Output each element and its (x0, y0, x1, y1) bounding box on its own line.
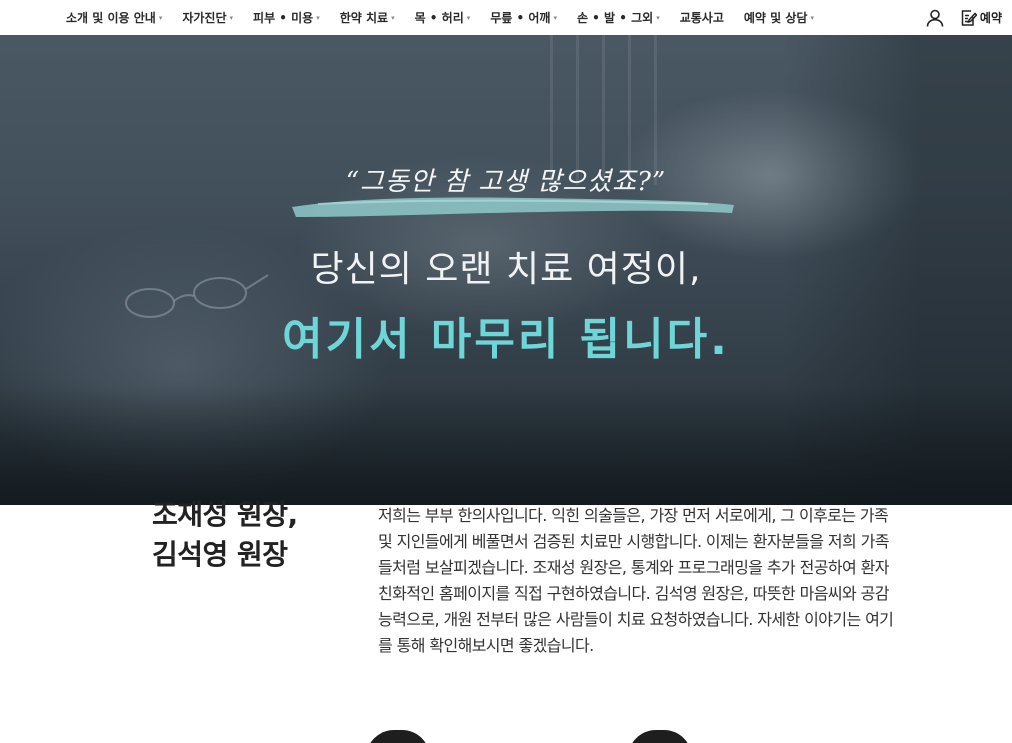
reserve-label: 예약 (979, 11, 1002, 25)
doctor-names: 조재성 원장, 김석영 원장 (152, 495, 352, 575)
edit-note-icon (961, 9, 977, 26)
menu-item-label: 교통사고 (679, 11, 724, 25)
menu-item-label: 손 • 발 • 그외 (576, 11, 654, 25)
menu-item-reservation-consult[interactable]: 예약 및 상담 ▾ (744, 0, 814, 35)
menu-item-skin-beauty[interactable]: 피부 • 미용 ▾ (253, 0, 320, 35)
menu-item-label: 무릎 • 어깨 (490, 11, 551, 25)
caret-down-icon: ▾ (810, 13, 814, 22)
hero-headline-accent: 여기서 마무리 됩니다. (282, 314, 730, 365)
doctor-photo-1 (366, 730, 430, 743)
top-navigation: 소개 및 이용 안내 ▾ 자가진단 ▾ 피부 • 미용 ▾ 한약 치료 ▾ 목 … (0, 0, 1012, 35)
menu-item-label: 자가진단 (182, 11, 227, 25)
user-icon[interactable] (925, 8, 945, 28)
menu-item-hand-foot-etc[interactable]: 손 • 발 • 그외 ▾ (577, 0, 660, 35)
menu-item-self-diagnosis[interactable]: 자가진단 ▾ (182, 0, 233, 35)
reserve-button[interactable]: 예약 (959, 9, 1002, 27)
menu-item-label: 피부 • 미용 (253, 11, 314, 25)
caret-down-icon: ▾ (316, 13, 320, 22)
menu-item-label: 예약 및 상담 (743, 11, 808, 25)
menu-item-herbal-medicine[interactable]: 한약 치료 ▾ (340, 0, 395, 35)
menu-item-label: 목 • 허리 (414, 11, 464, 25)
menu-item-label: 소개 및 이용 안내 (66, 11, 156, 25)
menu-item-knee-shoulder[interactable]: 무릎 • 어깨 ▾ (490, 0, 557, 35)
hero-banner: “그동안 참 고생 많으셨죠?” 당신의 오랜 치료 여정이, 여기서 마무리 … (0, 35, 1012, 505)
doctor-photo-2 (628, 730, 692, 743)
caret-down-icon: ▾ (553, 13, 557, 22)
nav-actions: 예약 (925, 0, 1002, 35)
menu-item-neck-back[interactable]: 목 • 허리 ▾ (415, 0, 471, 35)
caret-down-icon: ▾ (229, 13, 234, 22)
caret-down-icon: ▾ (391, 13, 395, 22)
caret-down-icon: ▾ (656, 13, 660, 22)
doctor-name-2: 김석영 원장 (152, 538, 288, 571)
hero-slogan: “그동안 참 고생 많으셨죠?” (345, 167, 667, 197)
caret-down-icon: ▾ (466, 13, 471, 22)
caret-down-icon: ▾ (158, 13, 163, 22)
hero-headline: 당신의 오랜 치료 여정이, (310, 249, 702, 290)
menu-item-about[interactable]: 소개 및 이용 안내 ▾ (66, 0, 162, 35)
doctor-name-1: 조재성 원장, (152, 498, 298, 531)
doctors-description: 저희는 부부 한의사입니다. 익힌 의술들은, 가장 먼저 서로에게, 그 이후… (378, 506, 894, 655)
main-menu: 소개 및 이용 안내 ▾ 자가진단 ▾ 피부 • 미용 ▾ 한약 치료 ▾ 목 … (66, 0, 814, 35)
menu-item-traffic-accident[interactable]: 교통사고 (680, 0, 724, 35)
menu-item-label: 한약 치료 (339, 11, 389, 25)
